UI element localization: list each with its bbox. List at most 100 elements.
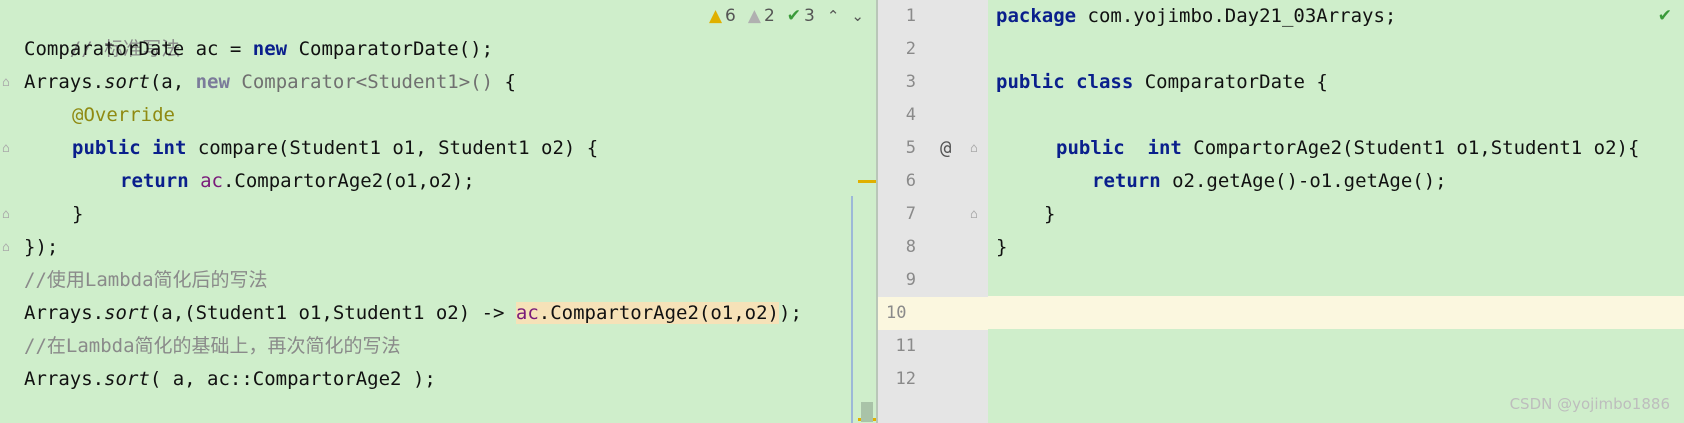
field-ref: ac [200,170,223,192]
line-number: 4 [905,105,916,125]
fold-marker-icon[interactable]: ⌂ [2,75,10,90]
brace: } [72,203,84,225]
line-number: 1 [905,6,916,26]
keyword: public [72,137,141,159]
method-call: .CompartorAge2(o1,o2) [538,302,779,324]
right-editor[interactable]: ✔ package com.yojimbo.Day21_03Arrays; pu… [988,0,1684,423]
comment: //在Lambda简化的基础上，再次简化的写法 [24,335,401,357]
current-line-highlight [988,296,1684,329]
line-number: 12 [895,369,916,389]
line-number-gutter: 1 2 3 4 5 6 7 8 9 10 11 12 @ ⌂ ⌂ [878,0,988,423]
keyword: return [1092,170,1161,192]
static-method: sort [104,302,150,324]
code-line-11[interactable]: //在Lambda简化的基础上，再次简化的写法 [24,330,401,363]
fold-marker-icon[interactable]: ⌂ [970,141,978,156]
class-ref: Arrays. [24,71,105,93]
keyword: class [1076,71,1134,93]
double-check-icon: ✔ [786,6,802,26]
brace: }); [24,236,59,258]
class-ref: Arrays. [24,368,105,390]
weak-warnings-indicator[interactable]: ▲ 2 [748,6,775,26]
line-number: 11 [895,336,916,356]
fold-marker-icon[interactable]: ⌂ [970,207,978,222]
package-name: com.yojimbo.Day21_03Arrays; [1076,5,1397,27]
code-line-2[interactable]: ComparatorDate ac = new ComparatorDate()… [24,33,493,66]
brace: { [493,71,516,93]
line-number-current: 10 [878,297,988,330]
line-number: 3 [905,72,916,92]
keyword: return [120,170,189,192]
keyword: public [1056,137,1125,159]
code-line-8[interactable]: } [996,231,1007,264]
chevron-up-icon[interactable]: ⌃ [827,7,840,25]
constructor-call: ComparatorDate(); [287,38,494,60]
code-line-6[interactable]: return o2.getAge()-o1.getAge(); [1092,165,1447,198]
code-line-3[interactable]: public class ComparatorDate { [996,66,1328,99]
method-signature: compare(Student1 o1, Student1 o2) { [186,137,599,159]
static-method: sort [104,71,150,93]
variable: ac = [184,38,253,60]
code-line-5[interactable]: public int CompartorAge2(Student1 o1,Stu… [1056,132,1639,165]
code-line-9[interactable]: //使用Lambda简化后的写法 [24,264,268,297]
args: (a, [149,71,196,93]
code-line-6[interactable]: return ac.CompartorAge2(o1,o2); [120,165,475,198]
brace: } [996,236,1008,258]
warnings-count: 6 [725,6,736,26]
warning-triangle-icon: ▲ [708,6,723,26]
implements-icon[interactable]: @ [940,132,951,165]
field-ref: ac [515,302,539,324]
code-line-12[interactable]: Arrays.sort( a, ac::CompartorAge2 ); [24,363,436,396]
code-line-10[interactable]: Arrays.sort(a,(Student1 o1,Student1 o2) … [24,297,802,330]
scrollbar-thumb[interactable] [861,402,873,422]
chevron-down-icon[interactable]: ⌄ [851,7,864,25]
keyword: public [996,71,1065,93]
watermark: CSDN @yojimbo1886 [1509,395,1670,413]
weak-warning-triangle-icon: ▲ [747,6,761,26]
keyword: int [1147,137,1182,159]
line-number: 9 [905,270,916,290]
fold-marker-icon[interactable]: ⌂ [2,240,10,255]
left-editor[interactable]: ▲ 6 ▲ 2 ✔ 3 ⌃ ⌄ // 标准写法 ComparatorDate a… [0,0,876,423]
statement-end: ); [779,302,802,324]
fold-marker-icon[interactable]: ⌂ [2,207,10,222]
typos-indicator[interactable]: ✔ 3 [787,6,815,26]
line-number: 2 [905,39,916,59]
code-line-1[interactable]: // 标准写法 [24,0,180,60]
code-line-7[interactable]: } [72,198,83,231]
warning-stripe-mark[interactable] [858,180,876,183]
method-reference: ( a, ac::CompartorAge2 ); [149,368,436,390]
code-line-7[interactable]: } [1044,198,1055,231]
lambda-params: (a,(Student1 o1,Student1 o2) -> [149,302,516,324]
line-number: 6 [905,171,916,191]
keyword: int [152,137,187,159]
return-expression: o2.getAge()-o1.getAge(); [1160,170,1447,192]
line-number: 8 [905,237,916,257]
code-line-3[interactable]: Arrays.sort(a, new Comparator<Student1>(… [24,66,516,99]
code-line-1[interactable]: package com.yojimbo.Day21_03Arrays; [996,0,1396,33]
comment: //使用Lambda简化后的写法 [24,269,268,291]
keyword: package [996,5,1077,27]
type-name: ComparatorDate [24,38,185,60]
method-call: .CompartorAge2(o1,o2); [222,170,475,192]
class-name: ComparatorDate { [1133,71,1328,93]
warnings-indicator[interactable]: ▲ 6 [709,6,736,26]
code-line-4[interactable]: @Override [72,99,175,132]
scrollbar-track[interactable] [851,196,853,423]
weak-warnings-count: 2 [763,6,775,26]
fold-marker-icon[interactable]: ⌂ [2,141,10,156]
keyword: new [252,38,288,60]
annotation: @Override [72,104,175,126]
line-number: 7 [905,204,916,224]
code-line-8[interactable]: }); [24,231,58,264]
inspection-widget[interactable]: ▲ 6 ▲ 2 ✔ 3 ⌃ ⌄ [709,6,864,26]
brace: } [1044,203,1056,225]
keyword: new [195,71,230,93]
class-ref: Arrays. [24,302,105,324]
code-line-5[interactable]: public int compare(Student1 o1, Student1… [72,132,598,165]
line-number: 10 [886,303,907,323]
anonymous-class: Comparator<Student1>() [229,71,494,93]
typos-count: 3 [804,6,815,26]
static-method: sort [104,368,150,390]
method-signature: CompartorAge2(Student1 o1,Student1 o2){ [1181,137,1640,159]
inspection-ok-icon[interactable]: ✔ [1658,6,1672,26]
